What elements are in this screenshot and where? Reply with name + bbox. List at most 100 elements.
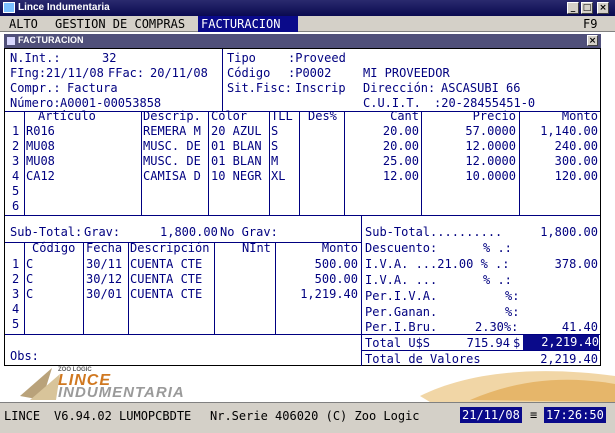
item-articulo[interactable]: R016 bbox=[26, 124, 55, 138]
item-tll[interactable]: S bbox=[271, 124, 278, 138]
perganan-label: Per.Ganan. bbox=[365, 305, 438, 319]
status-time: 17:26:50 bbox=[544, 407, 606, 423]
values-table-bottom-border bbox=[5, 334, 361, 335]
minimize-button[interactable]: _ bbox=[567, 2, 579, 14]
app-icon bbox=[3, 2, 15, 13]
close-button[interactable]: × bbox=[597, 2, 609, 14]
col-sep bbox=[299, 111, 300, 215]
status-bar: LINCE V6.94.02 LUMOPCBDTE Nr.Serie 40602… bbox=[0, 402, 615, 433]
fing-value[interactable]: 21/11/08 bbox=[46, 66, 104, 80]
col-sep bbox=[141, 111, 142, 215]
total-amount: 2,219.40 bbox=[523, 335, 599, 350]
grav-label: Grav: bbox=[84, 225, 121, 239]
value-monto[interactable]: 1,219.40 bbox=[276, 287, 358, 301]
ffac-value[interactable]: 20/11/08 bbox=[150, 66, 208, 80]
peribru-label: Per.I.Bru. bbox=[365, 320, 438, 334]
item-articulo[interactable]: MU08 bbox=[26, 154, 55, 168]
total-uss-value: 715.94 bbox=[466, 336, 510, 350]
item-tll[interactable]: XL bbox=[271, 169, 285, 183]
value-codigo[interactable]: C bbox=[26, 272, 33, 286]
col-sep bbox=[83, 242, 84, 334]
iva2-pct[interactable]: % .: bbox=[483, 273, 512, 287]
descuento-pct[interactable]: % .: bbox=[483, 241, 512, 255]
item-color[interactable]: 20 AZUL bbox=[211, 124, 262, 138]
form-close-button[interactable]: × bbox=[587, 35, 598, 46]
item-descrip[interactable]: MUSC. DE bbox=[143, 154, 201, 168]
value-descripcion: CUENTA CTE bbox=[130, 287, 203, 301]
row-number: 6 bbox=[12, 199, 20, 213]
value-descripcion: CUENTA CTE bbox=[130, 272, 203, 286]
col-descripcion: Descripción bbox=[130, 241, 210, 255]
row-number: 2 bbox=[12, 139, 20, 153]
item-cant[interactable]: 20.00 bbox=[345, 139, 419, 153]
value-monto[interactable]: 500.00 bbox=[276, 272, 358, 286]
item-cant[interactable]: 12.00 bbox=[345, 169, 419, 183]
col-sep bbox=[24, 111, 25, 215]
item-articulo[interactable]: CA12 bbox=[26, 169, 55, 183]
col-codigo: Código bbox=[32, 241, 76, 255]
value-fecha[interactable]: 30/11 bbox=[86, 257, 122, 271]
menu-alto[interactable]: ALTO bbox=[6, 16, 41, 32]
form-icon bbox=[7, 37, 15, 45]
item-precio[interactable]: 57.0000 bbox=[422, 124, 516, 138]
numero-value[interactable]: A0001-00053858 bbox=[60, 96, 161, 110]
col-nint: NInt bbox=[242, 241, 271, 255]
items-table-bottom-border bbox=[5, 215, 600, 216]
col-des: Des% bbox=[308, 109, 337, 123]
item-descrip[interactable]: CAMISA D bbox=[143, 169, 201, 183]
item-descrip[interactable]: MUSC. DE bbox=[143, 139, 201, 153]
item-tll[interactable]: S bbox=[271, 139, 278, 153]
totals-separator-2 bbox=[361, 350, 600, 351]
value-fecha[interactable]: 30/12 bbox=[86, 272, 122, 286]
value-fecha[interactable]: 30/01 bbox=[86, 287, 122, 301]
value-codigo[interactable]: C bbox=[26, 287, 33, 301]
item-cant[interactable]: 25.00 bbox=[345, 154, 419, 168]
item-color[interactable]: 01 BLAN bbox=[211, 154, 262, 168]
item-precio[interactable]: 12.0000 bbox=[422, 139, 516, 153]
sitfisc-label: Sit.Fisc: bbox=[227, 81, 293, 95]
nint-value[interactable]: 32 bbox=[102, 51, 116, 65]
perganan-pct[interactable]: %: bbox=[505, 305, 519, 319]
col-sep bbox=[208, 111, 209, 215]
status-version: V6.94.02 LUMOPCBDTE bbox=[54, 409, 192, 423]
row-number: 1 bbox=[12, 124, 20, 138]
periva-label: Per.I.V.A. bbox=[365, 289, 438, 303]
menu-facturacion[interactable]: FACTURACION bbox=[198, 16, 298, 32]
item-cant[interactable]: 20.00 bbox=[345, 124, 419, 138]
iva2-label: I.V.A. ... bbox=[365, 273, 438, 287]
direccion-label: Dirección: bbox=[363, 81, 436, 95]
col-sep bbox=[128, 242, 129, 334]
total-valores-value: 2,219.40 bbox=[540, 352, 598, 366]
status-serial: Nr.Serie 406020 (C) Zoo Logic bbox=[210, 409, 420, 423]
compr-value[interactable]: Factura bbox=[67, 81, 118, 95]
value-monto[interactable]: 500.00 bbox=[276, 257, 358, 271]
status-app: LINCE bbox=[4, 409, 41, 423]
tipo-label: Tipo bbox=[227, 51, 256, 65]
peribru-pct[interactable]: 2.30%: bbox=[475, 320, 518, 334]
col-monto: Monto bbox=[561, 109, 598, 123]
codigo-label: Código bbox=[227, 66, 271, 80]
item-articulo[interactable]: MU08 bbox=[26, 139, 55, 153]
value-codigo[interactable]: C bbox=[26, 257, 33, 271]
item-descrip[interactable]: REMERA M bbox=[143, 124, 201, 138]
sitfisc-value[interactable]: Inscrip bbox=[295, 81, 346, 95]
maximize-button[interactable]: □ bbox=[581, 2, 593, 14]
col-precio: Precio bbox=[472, 109, 516, 123]
total-valores-label: Total de Valores bbox=[365, 352, 481, 366]
numero-label: Número: bbox=[10, 96, 61, 110]
calendar-icon[interactable]: ≡ bbox=[530, 408, 537, 422]
value-row-number: 2 bbox=[12, 272, 20, 286]
item-precio[interactable]: 10.0000 bbox=[422, 169, 516, 183]
ffac-label: FFac: bbox=[108, 66, 145, 80]
item-color[interactable]: 01 BLAN bbox=[211, 139, 262, 153]
grav-value: 1,800.00 bbox=[160, 225, 218, 239]
codigo-value[interactable]: :P0002 bbox=[288, 66, 331, 80]
item-precio[interactable]: 12.0000 bbox=[422, 154, 516, 168]
col-articulo: Artículo bbox=[38, 109, 96, 123]
menu-gestion-compras[interactable]: GESTION DE COMPRAS bbox=[52, 16, 188, 32]
cuit-label: C.U.I.T. bbox=[363, 96, 421, 110]
item-tll[interactable]: M bbox=[271, 154, 278, 168]
tipo-value[interactable]: :Proveed bbox=[288, 51, 346, 65]
periva-pct[interactable]: %: bbox=[505, 289, 519, 303]
item-color[interactable]: 10 NEGR bbox=[211, 169, 262, 183]
